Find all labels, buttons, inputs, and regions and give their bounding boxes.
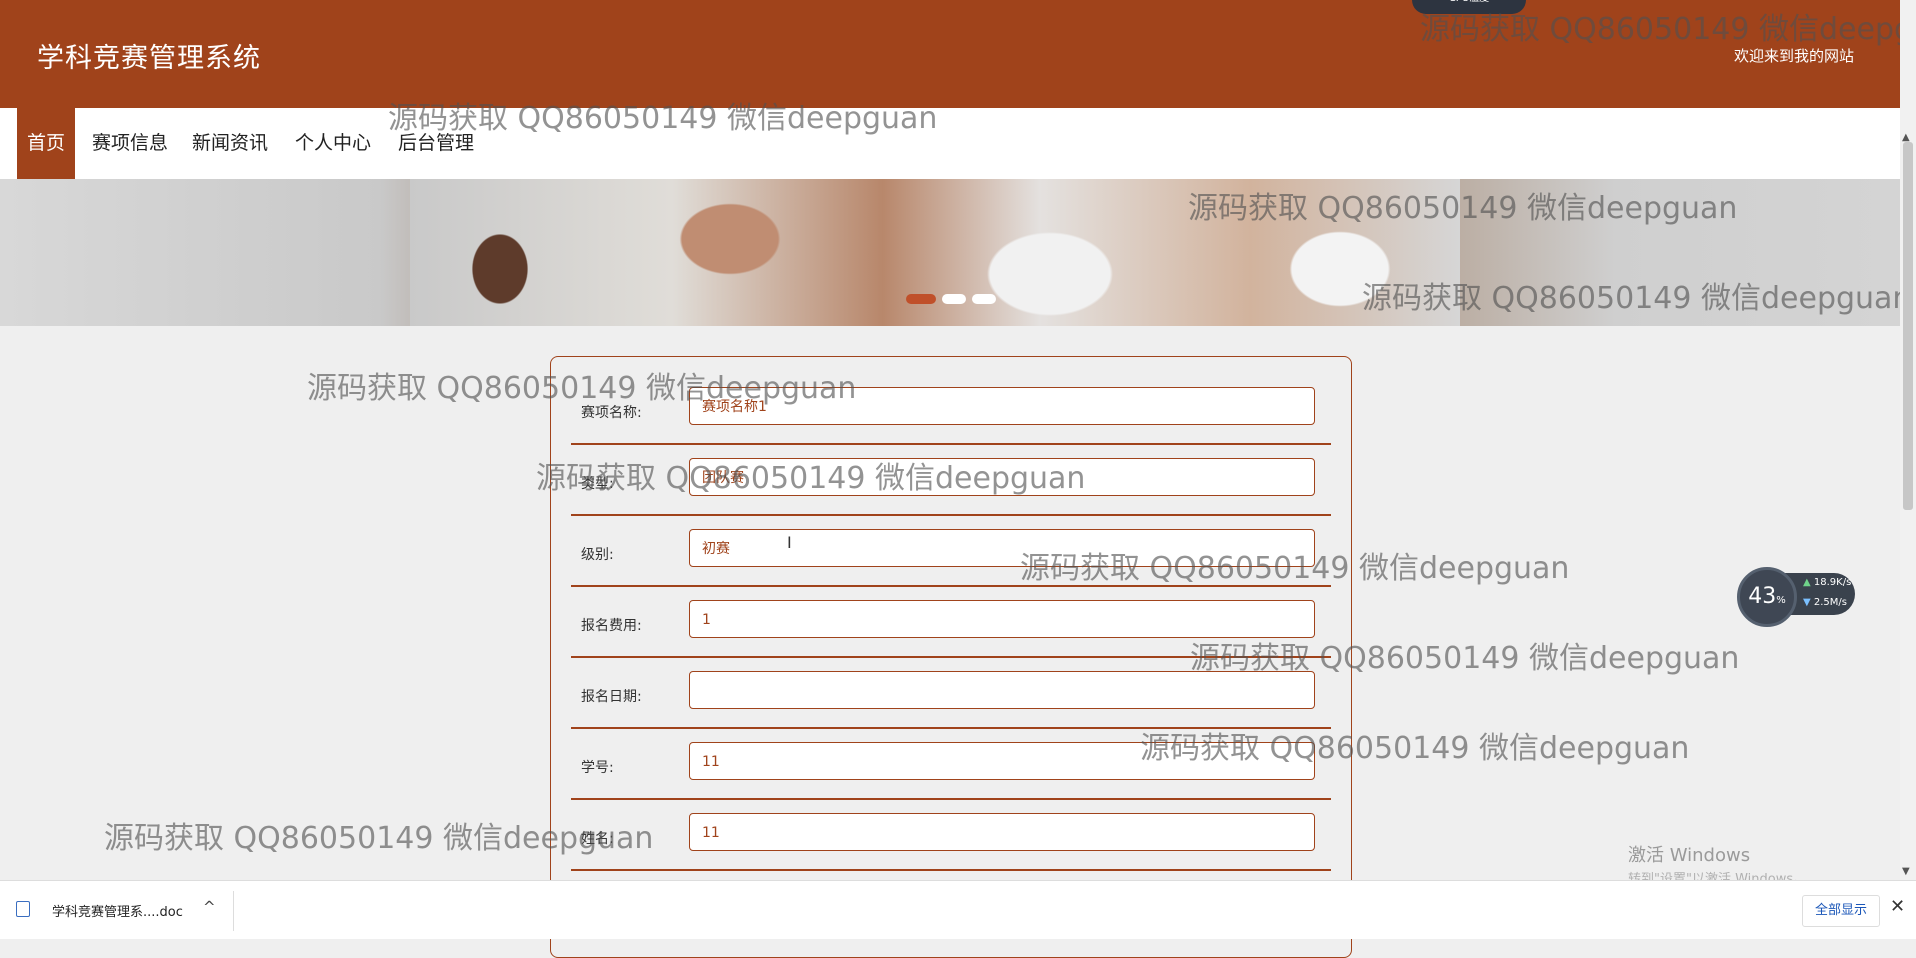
fee-input[interactable]: 1 bbox=[689, 600, 1315, 638]
text-cursor-icon: Ⅰ bbox=[787, 533, 792, 552]
windows-activation-title: 激活 Windows bbox=[1628, 845, 1751, 866]
field-label-student-name: 姓名: bbox=[581, 831, 614, 847]
scrollbar-thumb[interactable] bbox=[1903, 142, 1913, 510]
field-label-type: 类型: bbox=[581, 476, 614, 492]
form-row-level: 级别: 初赛 bbox=[571, 529, 1331, 587]
welcome-text: 欢迎来到我的网站 bbox=[1733, 47, 1854, 65]
download-arrow-icon: ▼ bbox=[1803, 597, 1811, 608]
field-label-name: 赛项名称: bbox=[581, 405, 642, 421]
nav-item-home[interactable]: 首页 bbox=[17, 108, 76, 179]
type-input[interactable]: 团队赛 bbox=[689, 458, 1315, 496]
form-row-name: 赛项名称: 赛项名称1 bbox=[571, 387, 1331, 445]
divider bbox=[233, 891, 234, 931]
carousel-dot-1[interactable] bbox=[906, 294, 936, 304]
memory-usage-percent: 43 bbox=[1748, 584, 1777, 609]
nav-item-news[interactable]: 新闻资讯 bbox=[192, 108, 268, 179]
site-title: 学科竞赛管理系统 bbox=[37, 43, 261, 74]
nav-item-profile[interactable]: 个人中心 bbox=[295, 108, 371, 179]
download-unit: M/s bbox=[1829, 597, 1848, 608]
site-header: 学科竞赛管理系统 欢迎来到我的网站 bbox=[0, 0, 1900, 108]
cpu-temperature-badge: CPU温度 bbox=[1412, 0, 1526, 14]
upload-unit: K/s bbox=[1836, 577, 1852, 588]
form-row-student-id: 学号: 11 bbox=[571, 742, 1331, 800]
student-id-input[interactable]: 11 bbox=[689, 742, 1315, 780]
memory-usage-unit: % bbox=[1776, 595, 1786, 606]
nav-item-admin[interactable]: 后台管理 bbox=[398, 108, 474, 179]
chevron-up-icon[interactable]: ^ bbox=[203, 898, 216, 916]
show-all-button[interactable]: 全部显示 bbox=[1802, 895, 1880, 927]
competition-form: 赛项名称: 赛项名称1 类型: 团队赛 级别: 初赛 报名费用: 1 报名日期:… bbox=[550, 356, 1352, 958]
carousel-dot-2[interactable] bbox=[942, 294, 966, 304]
upload-arrow-icon: ▲ bbox=[1803, 577, 1811, 588]
download-file-name[interactable]: 学科竞赛管理系....doc bbox=[52, 901, 183, 920]
field-label-date: 报名日期: bbox=[581, 689, 642, 705]
download-bar: 学科竞赛管理系....doc ^ 全部显示 ✕ bbox=[0, 880, 1916, 939]
form-row-type: 类型: 团队赛 bbox=[571, 458, 1331, 516]
student-name-input[interactable]: 11 bbox=[689, 813, 1315, 851]
download-speed: 2.5 bbox=[1813, 597, 1830, 608]
date-input[interactable] bbox=[689, 671, 1315, 709]
scroll-down-icon[interactable]: ▼ bbox=[1902, 866, 1910, 877]
memory-usage-circle: 43% bbox=[1737, 567, 1797, 627]
close-icon[interactable]: ✕ bbox=[1890, 896, 1905, 917]
field-label-fee: 报名费用: bbox=[581, 618, 642, 634]
upload-speed: 18.9 bbox=[1813, 577, 1837, 588]
main-nav: 首页 赛项信息 新闻资讯 个人中心 后台管理 bbox=[0, 108, 1900, 179]
document-icon bbox=[16, 901, 30, 917]
carousel-dot-3[interactable] bbox=[972, 294, 996, 304]
form-row-fee: 报名费用: 1 bbox=[571, 600, 1331, 658]
scroll-up-icon[interactable]: ▲ bbox=[1902, 132, 1910, 143]
form-row-student-name: 姓名: 11 bbox=[571, 813, 1331, 871]
field-label-level: 级别: bbox=[581, 547, 614, 563]
field-label-student-id: 学号: bbox=[581, 760, 614, 776]
network-speed-widget[interactable]: ▲ 18.9K/s ▼ 2.5M/s 43% bbox=[1737, 567, 1855, 627]
carousel-indicators bbox=[906, 294, 996, 304]
nav-item-competitions[interactable]: 赛项信息 bbox=[92, 108, 168, 179]
level-input[interactable]: 初赛 bbox=[689, 529, 1315, 567]
name-input[interactable]: 赛项名称1 bbox=[689, 387, 1315, 425]
form-row-date: 报名日期: bbox=[571, 671, 1331, 729]
